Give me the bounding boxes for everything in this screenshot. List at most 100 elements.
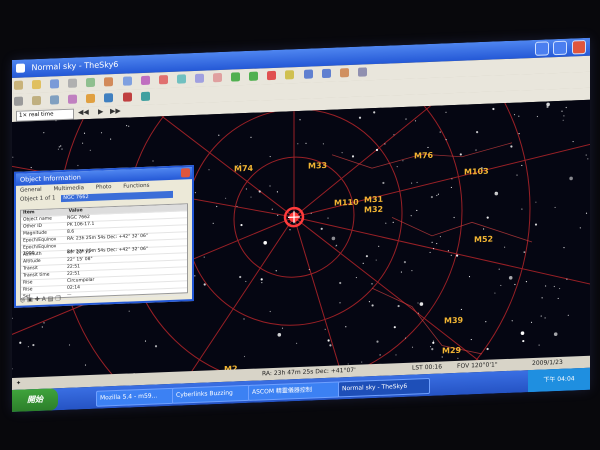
star xyxy=(416,209,418,212)
play-forward-icon[interactable]: ▶ xyxy=(98,107,103,115)
mark-icon[interactable]: ✚ xyxy=(35,296,40,303)
star xyxy=(439,236,441,238)
messier-label-m32[interactable]: M32 xyxy=(364,205,383,215)
forward-icon[interactable]: ▶▶ xyxy=(110,107,121,115)
messier-label-m31[interactable]: M31 xyxy=(364,195,384,205)
galaxy-icon[interactable] xyxy=(86,93,96,104)
center-icon[interactable]: ◎ xyxy=(20,296,25,303)
compass-icon[interactable] xyxy=(303,69,313,79)
messier-label-m110[interactable]: M110 xyxy=(334,198,359,208)
zoom-icon[interactable] xyxy=(104,77,114,87)
print-icon[interactable] xyxy=(68,78,78,88)
star xyxy=(276,191,278,193)
chart-icon[interactable] xyxy=(122,76,132,86)
object-select[interactable]: NGC 7662 xyxy=(61,190,174,203)
stop-icon[interactable] xyxy=(267,70,277,81)
step-icon[interactable] xyxy=(249,71,259,81)
object-info-dialog[interactable]: Object Information General Multimedia Ph… xyxy=(14,165,194,308)
minimize-button[interactable] xyxy=(534,41,549,56)
label-tool-icon[interactable]: A xyxy=(42,296,46,303)
star xyxy=(567,314,569,316)
tab-multimedia[interactable]: Multimedia xyxy=(53,185,84,192)
open-icon[interactable] xyxy=(32,79,42,90)
info-grid: Item Value Object name NGC 7662 Other ID PK… xyxy=(20,203,188,302)
task-item[interactable]: Cyberlinks Buzzing xyxy=(172,384,250,404)
messier-label-m103[interactable]: M103 xyxy=(464,167,489,177)
play-icon[interactable] xyxy=(231,72,241,82)
sun-icon[interactable] xyxy=(339,68,349,78)
star xyxy=(520,331,525,335)
tab-photo[interactable]: Photo xyxy=(96,184,112,191)
star xyxy=(260,278,263,281)
star xyxy=(385,222,387,224)
cursor-icon[interactable] xyxy=(14,96,23,106)
telescope-icon[interactable] xyxy=(140,75,150,86)
new-icon[interactable] xyxy=(14,80,23,90)
star xyxy=(486,347,489,351)
task-item-active[interactable]: Normal sky - TheSky6 xyxy=(338,377,430,398)
star xyxy=(432,341,435,344)
messier-label-m52[interactable]: M52 xyxy=(474,235,493,245)
star xyxy=(518,133,520,135)
nebula-icon[interactable] xyxy=(68,94,78,104)
messier-label-m39[interactable]: M39 xyxy=(444,316,464,326)
star xyxy=(403,261,406,264)
moon-icon[interactable] xyxy=(357,67,367,77)
constellation-icon[interactable] xyxy=(194,73,204,83)
find-icon[interactable] xyxy=(86,77,96,88)
frame-icon[interactable]: ▣ xyxy=(27,296,33,303)
copy-icon[interactable]: ❐ xyxy=(55,295,60,302)
maximize-button[interactable] xyxy=(553,40,568,56)
star xyxy=(269,185,271,187)
star xyxy=(263,240,267,245)
ccd-icon[interactable] xyxy=(140,91,150,102)
rewind-icon[interactable]: ◀◀ xyxy=(78,108,89,116)
close-button[interactable] xyxy=(572,39,586,55)
star xyxy=(351,155,355,158)
task-item[interactable]: ASCOM 精靈儀器控制 xyxy=(248,381,340,401)
grid-icon[interactable] xyxy=(176,74,186,84)
star xyxy=(429,251,431,254)
star xyxy=(296,342,298,344)
messier-label-m76[interactable]: M76 xyxy=(414,151,434,161)
object-count-label: Object 1 of 1 xyxy=(20,195,56,203)
star xyxy=(397,304,400,308)
pan-icon[interactable] xyxy=(32,95,42,106)
task-item[interactable]: Mozilla 5.4 - m59... xyxy=(96,387,174,407)
star xyxy=(331,236,336,241)
star-icon[interactable] xyxy=(285,70,295,80)
messier-label-m33[interactable]: M33 xyxy=(308,161,327,171)
tab-functions[interactable]: Functions xyxy=(123,183,149,190)
tab-general[interactable]: General xyxy=(20,187,42,194)
dialog-close-button[interactable] xyxy=(181,168,190,178)
horizon-icon[interactable] xyxy=(158,75,168,85)
rotate-icon[interactable] xyxy=(321,68,331,79)
save-icon[interactable] xyxy=(50,79,60,89)
star xyxy=(61,148,63,150)
star xyxy=(275,270,277,272)
messier-label-m74[interactable]: M74 xyxy=(234,164,254,174)
cluster-icon[interactable] xyxy=(104,93,114,103)
star xyxy=(154,345,158,348)
star xyxy=(89,149,91,151)
tray-clock[interactable]: 下午 04:04 xyxy=(543,375,574,383)
star xyxy=(492,107,495,111)
star xyxy=(82,142,84,144)
star xyxy=(470,338,472,341)
star xyxy=(483,228,485,230)
planet-icon[interactable] xyxy=(213,72,223,83)
star xyxy=(83,132,86,134)
star xyxy=(563,246,565,249)
star xyxy=(417,302,419,304)
mount-icon[interactable] xyxy=(122,92,132,102)
print-info-icon[interactable]: ▤ xyxy=(48,295,54,302)
info-row-value: 47° 20' 11" xyxy=(67,249,93,256)
messier-label-m29[interactable]: M29 xyxy=(442,346,462,356)
label-icon[interactable] xyxy=(50,95,60,105)
star xyxy=(261,282,263,284)
star xyxy=(362,262,364,265)
star xyxy=(419,302,424,306)
star xyxy=(559,287,561,290)
start-button[interactable]: 開始 xyxy=(12,388,58,412)
star xyxy=(405,118,407,120)
